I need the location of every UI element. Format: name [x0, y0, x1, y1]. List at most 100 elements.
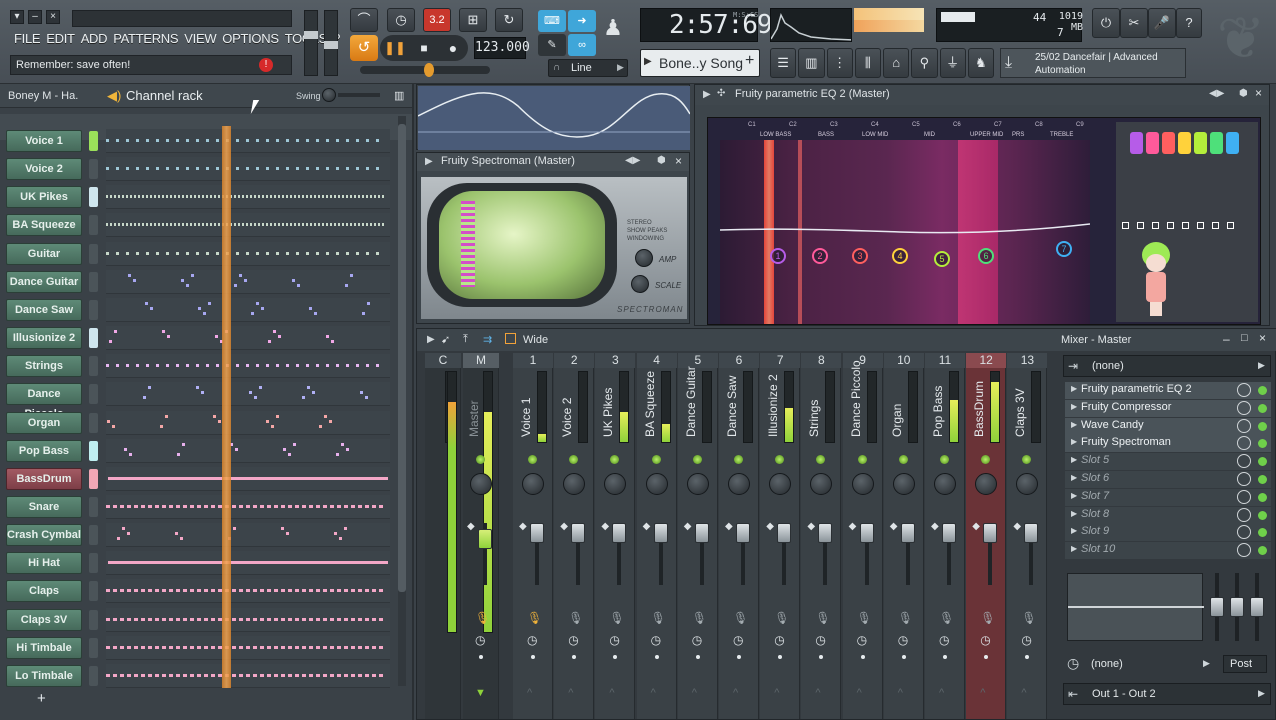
record-arm-icon[interactable]: 🎙 — [475, 611, 490, 625]
power-icon[interactable]: ⏻ — [1092, 8, 1120, 38]
mixer-strip[interactable]: 13 Claps 3V ◆ 🎙 ◷ ^ — [1007, 353, 1048, 719]
swing-slider[interactable] — [338, 93, 380, 97]
mute-led[interactable] — [528, 455, 537, 464]
pan-knob[interactable] — [851, 473, 874, 495]
channel-select-led[interactable] — [89, 665, 98, 686]
stereo-sep-icon[interactable]: ◆ — [684, 521, 692, 532]
volume-fader[interactable] — [694, 523, 709, 543]
stereo-sep-icon[interactable]: ◆ — [601, 521, 609, 532]
menu-patterns[interactable]: PATTERNS — [113, 31, 178, 49]
pan-knob[interactable] — [522, 473, 544, 495]
channel-button[interactable]: Strings — [6, 355, 82, 378]
pan-knob[interactable] — [934, 473, 956, 495]
channel-button[interactable]: Claps — [6, 580, 82, 603]
menu-view[interactable]: VIEW — [184, 31, 216, 49]
mixer-strip[interactable]: 12 BassDrum ◆ 🎙 ◷ ^ — [966, 353, 1007, 719]
latency-icon[interactable]: ◷ — [980, 633, 990, 647]
speaker-icon[interactable]: ◀) — [107, 88, 121, 104]
insert-select[interactable]: ⇥ (none) ▶ — [1063, 355, 1271, 377]
microphone-icon[interactable]: 🎤 — [1148, 8, 1176, 38]
menu-file[interactable]: FILE — [14, 31, 41, 49]
channel-button[interactable]: BA Squeeze — [6, 214, 82, 237]
band3-toggle[interactable] — [1162, 132, 1175, 154]
menu-edit[interactable]: EDIT — [46, 31, 75, 49]
route-arrow-icon[interactable]: ^ — [692, 687, 697, 699]
channel-pattern-row[interactable] — [106, 129, 390, 153]
record-arm-icon[interactable]: 🎙 — [857, 611, 872, 625]
mix-level-knob[interactable] — [1237, 543, 1251, 558]
metronome-icon[interactable]: ⌒ — [350, 8, 378, 32]
channel-pattern-row[interactable] — [106, 326, 390, 351]
eq-band-point[interactable]: 1 — [770, 248, 786, 264]
volume-fader[interactable] — [653, 523, 668, 543]
low-gain-fader[interactable] — [1210, 597, 1224, 617]
channel-select-led[interactable] — [89, 131, 98, 151]
record-arm-icon[interactable]: 🎙 — [527, 611, 542, 625]
latency-icon[interactable]: ◷ — [898, 633, 908, 647]
channel-select-led[interactable] — [89, 159, 98, 180]
route-arrow-icon[interactable]: ^ — [939, 687, 944, 699]
rack-options-icon[interactable]: ▥ — [394, 89, 404, 102]
gear-icon[interactable]: ✣ — [717, 88, 725, 99]
pat-song-toggle[interactable]: ↺ — [350, 35, 378, 61]
channel-select-led[interactable] — [89, 581, 98, 602]
time-display[interactable]: 2:57:69 M:S:CS — [640, 8, 773, 42]
slot-enable-led[interactable] — [1258, 546, 1267, 556]
slot-menu-icon[interactable]: ▶ — [1071, 491, 1077, 500]
route-dot[interactable] — [943, 655, 947, 659]
route-arrow-icon[interactable]: ^ — [980, 687, 985, 699]
stereo-sep-icon[interactable]: ◆ — [519, 521, 527, 532]
countdown-button[interactable]: 3.2 — [423, 8, 451, 32]
close-icon[interactable]: × — [1255, 86, 1262, 100]
mixer-strip[interactable]: 3 UK Pikes ◆ 🎙 ◷ ^ — [595, 353, 636, 719]
menu-options[interactable]: OPTIONS — [222, 31, 279, 49]
record-button[interactable]: ● — [438, 35, 468, 61]
mute-led[interactable] — [569, 455, 579, 464]
effect-slot[interactable]: ▶ Slot 9 — [1065, 524, 1271, 542]
channel-button[interactable]: Snare — [6, 495, 82, 518]
effect-slot[interactable]: ▶ Fruity parametric EQ 2 — [1065, 382, 1271, 399]
plugin-menu-icon[interactable]: ▶ — [427, 334, 435, 345]
help-icon[interactable]: ? — [1176, 8, 1202, 38]
slot-enable-led[interactable] — [1258, 421, 1267, 431]
latency-icon[interactable]: ◷ — [527, 633, 537, 647]
channel-pattern-row[interactable] — [106, 297, 390, 322]
tempo-display[interactable]: 123.000 — [474, 37, 530, 59]
record-arm-icon[interactable]: 🎙 — [939, 611, 954, 625]
route-arrow-icon[interactable]: ^ — [1021, 687, 1026, 699]
wait-record-icon[interactable]: ◷ — [387, 8, 415, 32]
channel-select-led[interactable] — [89, 637, 98, 658]
detach-icon[interactable]: ⬢ — [1239, 88, 1248, 99]
channel-select-led[interactable] — [89, 553, 98, 574]
record-arm-icon[interactable]: 🎙 — [980, 611, 995, 625]
mix-level-knob[interactable] — [1237, 418, 1251, 433]
channel-select-led[interactable] — [89, 271, 98, 292]
channel-button[interactable]: Illusionize 2 — [6, 327, 82, 350]
stereo-sep-icon[interactable]: ◆ — [1013, 521, 1021, 532]
record-arm-icon[interactable]: 🎙 — [692, 611, 707, 625]
mixer-strip[interactable]: 10 Organ ◆ 🎙 ◷ ^ — [883, 353, 924, 719]
mix-level-knob[interactable] — [1237, 400, 1251, 415]
plugin-menu-icon[interactable]: ▶ — [703, 89, 711, 100]
channel-pattern-row[interactable] — [106, 269, 390, 294]
slot-menu-icon[interactable]: ▶ — [1071, 420, 1077, 429]
channel-pattern-row[interactable] — [106, 523, 390, 548]
latency-icon[interactable]: ◷ — [815, 633, 825, 647]
minimize-icon[interactable]: – — [1223, 332, 1230, 346]
mute-led[interactable] — [692, 455, 702, 464]
stereo-sep-icon[interactable]: ◆ — [725, 521, 733, 532]
record-arm-icon[interactable]: 🎙 — [1021, 611, 1036, 625]
latency-icon[interactable]: ◷ — [939, 633, 949, 647]
mute-led[interactable] — [775, 455, 785, 464]
brush-icon[interactable]: ✎ — [538, 34, 566, 56]
amp-knob[interactable] — [635, 249, 653, 267]
news-panel[interactable]: ⤓ 25/02 Dancefair | Advanced Automation — [1000, 48, 1186, 78]
channel-select-led[interactable] — [89, 468, 98, 489]
channel-pattern-row[interactable] — [106, 213, 390, 238]
channel-pattern-row[interactable] — [106, 551, 390, 576]
route-arrow-icon[interactable]: ▼ — [475, 687, 486, 699]
stereo-sep-icon[interactable]: ◆ — [931, 521, 939, 532]
mix-level-knob[interactable] — [1237, 507, 1251, 522]
channel-pattern-row[interactable] — [106, 410, 390, 435]
slot-enable-led[interactable] — [1258, 386, 1267, 395]
